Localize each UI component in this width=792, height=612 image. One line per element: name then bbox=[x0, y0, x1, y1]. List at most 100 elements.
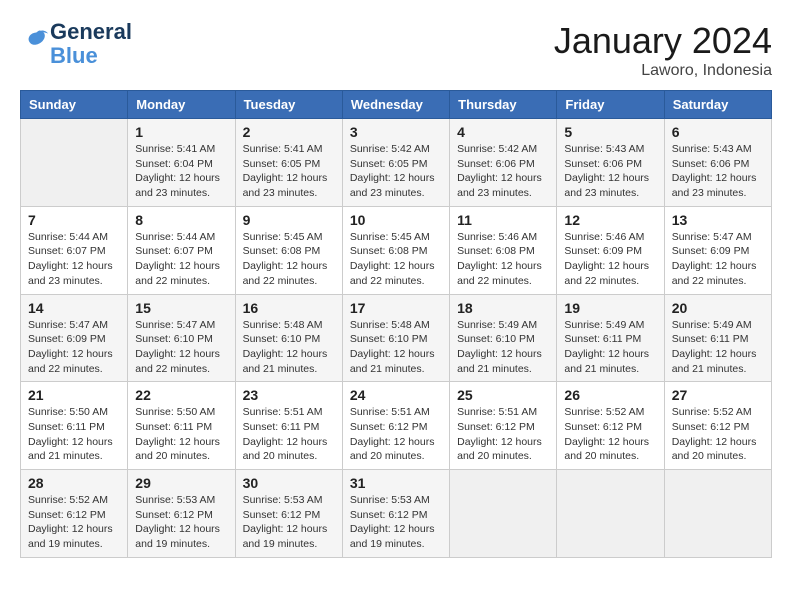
sunrise-text: Sunrise: 5:46 AM bbox=[457, 230, 549, 245]
day-cell: 19Sunrise: 5:49 AMSunset: 6:11 PMDayligh… bbox=[557, 294, 664, 382]
logo-text: GeneralBlue bbox=[50, 20, 132, 68]
sunrise-text: Sunrise: 5:48 AM bbox=[243, 318, 335, 333]
day-number: 18 bbox=[457, 300, 549, 316]
sunset-text: Sunset: 6:11 PM bbox=[564, 332, 656, 347]
day-number: 8 bbox=[135, 212, 227, 228]
day-detail: Sunrise: 5:51 AMSunset: 6:12 PMDaylight:… bbox=[350, 405, 442, 464]
day-number: 27 bbox=[672, 387, 764, 403]
sunrise-text: Sunrise: 5:43 AM bbox=[564, 142, 656, 157]
day-cell: 6Sunrise: 5:43 AMSunset: 6:06 PMDaylight… bbox=[664, 119, 771, 207]
header-wednesday: Wednesday bbox=[342, 91, 449, 119]
daylight-text: Daylight: 12 hours and 23 minutes. bbox=[672, 171, 764, 200]
sunset-text: Sunset: 6:11 PM bbox=[135, 420, 227, 435]
day-detail: Sunrise: 5:45 AMSunset: 6:08 PMDaylight:… bbox=[350, 230, 442, 289]
day-cell: 23Sunrise: 5:51 AMSunset: 6:11 PMDayligh… bbox=[235, 382, 342, 470]
sunset-text: Sunset: 6:12 PM bbox=[28, 508, 120, 523]
sunrise-text: Sunrise: 5:43 AM bbox=[672, 142, 764, 157]
sunset-text: Sunset: 6:10 PM bbox=[350, 332, 442, 347]
daylight-text: Daylight: 12 hours and 20 minutes. bbox=[350, 435, 442, 464]
day-cell: 16 Sunrise: 5:48 AMSunset: 6:10 PMDayligh… bbox=[235, 294, 342, 382]
sunrise-text: Sunrise: 5:52 AM bbox=[672, 405, 764, 420]
day-number: 28 bbox=[28, 475, 120, 491]
daylight-text: Daylight: 12 hours and 21 minutes. bbox=[243, 347, 335, 376]
header-monday: Monday bbox=[128, 91, 235, 119]
daylight-text: Daylight: 12 hours and 22 minutes. bbox=[135, 259, 227, 288]
day-cell: 21Sunrise: 5:50 AMSunset: 6:11 PMDayligh… bbox=[21, 382, 128, 470]
logo: GeneralBlue bbox=[20, 20, 132, 68]
day-cell: 3Sunrise: 5:42 AMSunset: 6:05 PMDaylight… bbox=[342, 119, 449, 207]
calendar-table: SundayMondayTuesdayWednesdayThursdayFrid… bbox=[20, 90, 772, 558]
daylight-text: Daylight: 12 hours and 22 minutes. bbox=[28, 347, 120, 376]
daylight-text: Daylight: 12 hours and 22 minutes. bbox=[457, 259, 549, 288]
day-detail: Sunrise: 5:47 AMSunset: 6:09 PMDaylight:… bbox=[28, 318, 120, 377]
sunrise-text: Sunrise: 5:52 AM bbox=[564, 405, 656, 420]
daylight-text: Daylight: 12 hours and 22 minutes. bbox=[672, 259, 764, 288]
day-cell: 2Sunrise: 5:41 AMSunset: 6:05 PMDaylight… bbox=[235, 119, 342, 207]
sunrise-text: Sunrise: 5:44 AM bbox=[28, 230, 120, 245]
sunrise-text: Sunrise: 5:51 AM bbox=[243, 405, 335, 420]
daylight-text: Daylight: 12 hours and 21 minutes. bbox=[564, 347, 656, 376]
day-number: 2 bbox=[243, 124, 335, 140]
day-detail: Sunrise: 5:48 AMSunset: 6:10 PMDaylight:… bbox=[243, 318, 335, 377]
day-cell: 27Sunrise: 5:52 AMSunset: 6:12 PMDayligh… bbox=[664, 382, 771, 470]
sunrise-text: Sunrise: 5:53 AM bbox=[243, 493, 335, 508]
sunset-text: Sunset: 6:10 PM bbox=[457, 332, 549, 347]
sunset-text: Sunset: 6:05 PM bbox=[243, 157, 335, 172]
day-cell: 26Sunrise: 5:52 AMSunset: 6:12 PMDayligh… bbox=[557, 382, 664, 470]
day-cell: 7Sunrise: 5:44 AMSunset: 6:07 PMDaylight… bbox=[21, 206, 128, 294]
day-detail: Sunrise: 5:43 AMSunset: 6:06 PMDaylight:… bbox=[672, 142, 764, 201]
day-detail: Sunrise: 5:53 AMSunset: 6:12 PMDaylight:… bbox=[135, 493, 227, 552]
day-number: 24 bbox=[350, 387, 442, 403]
day-cell: 18 Sunrise: 5:49 AMSunset: 6:10 PMDayligh… bbox=[450, 294, 557, 382]
daylight-text: Daylight: 12 hours and 23 minutes. bbox=[457, 171, 549, 200]
day-detail: Sunrise: 5:50 AMSunset: 6:11 PMDaylight:… bbox=[28, 405, 120, 464]
daylight-text: Daylight: 12 hours and 19 minutes. bbox=[135, 522, 227, 551]
day-detail: Sunrise: 5:52 AMSunset: 6:12 PMDaylight:… bbox=[564, 405, 656, 464]
day-cell: 17Sunrise: 5:48 AMSunset: 6:10 PMDayligh… bbox=[342, 294, 449, 382]
day-number: 15 bbox=[135, 300, 227, 316]
week-row-4: 21Sunrise: 5:50 AMSunset: 6:11 PMDayligh… bbox=[21, 382, 772, 470]
day-number: 9 bbox=[243, 212, 335, 228]
header-tuesday: Tuesday bbox=[235, 91, 342, 119]
sunrise-text: Sunrise: 5:51 AM bbox=[350, 405, 442, 420]
day-detail: Sunrise: 5:47 AMSunset: 6:09 PMDaylight:… bbox=[672, 230, 764, 289]
daylight-text: Daylight: 12 hours and 23 minutes. bbox=[135, 171, 227, 200]
day-number: 25 bbox=[457, 387, 549, 403]
day-detail: Sunrise: 5:48 AMSunset: 6:10 PMDaylight:… bbox=[350, 318, 442, 377]
subtitle: Laworo, Indonesia bbox=[554, 62, 772, 80]
header-thursday: Thursday bbox=[450, 91, 557, 119]
sunset-text: Sunset: 6:04 PM bbox=[135, 157, 227, 172]
main-title: January 2024 bbox=[554, 20, 772, 62]
day-number: 19 bbox=[564, 300, 656, 316]
sunrise-text: Sunrise: 5:46 AM bbox=[564, 230, 656, 245]
sunset-text: Sunset: 6:12 PM bbox=[457, 420, 549, 435]
day-cell bbox=[21, 119, 128, 207]
title-section: January 2024 Laworo, Indonesia bbox=[554, 20, 772, 80]
sunset-text: Sunset: 6:09 PM bbox=[564, 244, 656, 259]
sunset-text: Sunset: 6:12 PM bbox=[135, 508, 227, 523]
day-detail: Sunrise: 5:46 AMSunset: 6:08 PMDaylight:… bbox=[457, 230, 549, 289]
header-sunday: Sunday bbox=[21, 91, 128, 119]
day-cell: 5Sunrise: 5:43 AMSunset: 6:06 PMDaylight… bbox=[557, 119, 664, 207]
daylight-text: Daylight: 12 hours and 21 minutes. bbox=[28, 435, 120, 464]
day-cell: 14Sunrise: 5:47 AMSunset: 6:09 PMDayligh… bbox=[21, 294, 128, 382]
daylight-text: Daylight: 12 hours and 19 minutes. bbox=[243, 522, 335, 551]
sunset-text: Sunset: 6:06 PM bbox=[564, 157, 656, 172]
day-cell: 31Sunrise: 5:53 AMSunset: 6:12 PMDayligh… bbox=[342, 470, 449, 558]
day-detail: Sunrise: 5:42 AMSunset: 6:05 PMDaylight:… bbox=[350, 142, 442, 201]
day-number: 16 bbox=[243, 300, 335, 316]
day-detail: Sunrise: 5:53 AMSunset: 6:12 PMDaylight:… bbox=[243, 493, 335, 552]
sunrise-text: Sunrise: 5:49 AM bbox=[457, 318, 549, 333]
day-detail: Sunrise: 5:53 AMSunset: 6:12 PMDaylight:… bbox=[350, 493, 442, 552]
sunset-text: Sunset: 6:12 PM bbox=[350, 420, 442, 435]
day-detail: Sunrise: 5:42 AMSunset: 6:06 PMDaylight:… bbox=[457, 142, 549, 201]
day-detail: Sunrise: 5:50 AMSunset: 6:11 PMDaylight:… bbox=[135, 405, 227, 464]
sunset-text: Sunset: 6:07 PM bbox=[28, 244, 120, 259]
week-row-5: 28Sunrise: 5:52 AMSunset: 6:12 PMDayligh… bbox=[21, 470, 772, 558]
day-cell: 25Sunrise: 5:51 AMSunset: 6:12 PMDayligh… bbox=[450, 382, 557, 470]
daylight-text: Daylight: 12 hours and 22 minutes. bbox=[243, 259, 335, 288]
daylight-text: Daylight: 12 hours and 21 minutes. bbox=[457, 347, 549, 376]
daylight-text: Daylight: 12 hours and 19 minutes. bbox=[350, 522, 442, 551]
sunset-text: Sunset: 6:11 PM bbox=[28, 420, 120, 435]
day-detail: Sunrise: 5:43 AMSunset: 6:06 PMDaylight:… bbox=[564, 142, 656, 201]
